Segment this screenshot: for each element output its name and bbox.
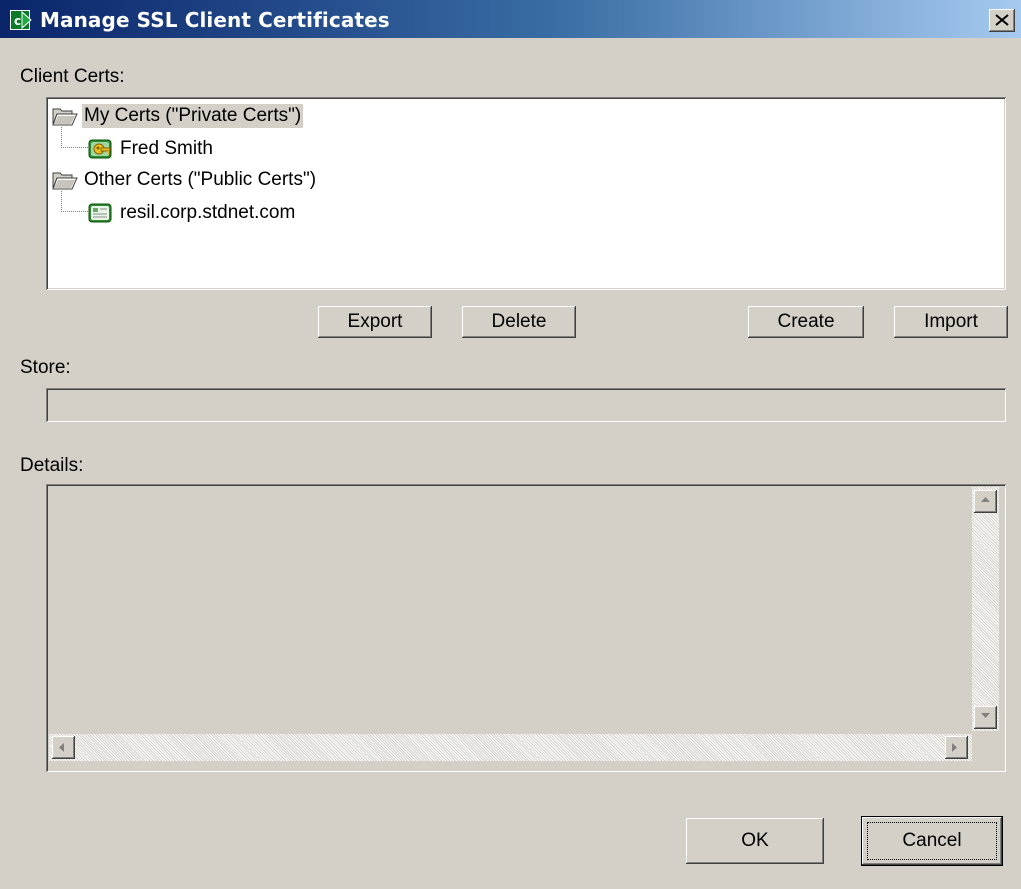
tree-connector: [61, 127, 88, 148]
arrow-left-icon: [59, 743, 64, 752]
client-certs-tree[interactable]: My Certs ("Private Certs") Fred Smith Ot…: [46, 97, 1006, 290]
create-button[interactable]: Create: [748, 306, 864, 338]
store-label: Store:: [20, 357, 71, 378]
tree-node-label: My Certs ("Private Certs"): [82, 104, 304, 128]
vertical-scrollbar[interactable]: [972, 487, 999, 731]
scroll-corner: [972, 734, 999, 761]
client-certs-label: Client Certs:: [20, 66, 125, 87]
details-box[interactable]: [46, 484, 1006, 772]
certificate-icon: [88, 202, 114, 226]
delete-button[interactable]: Delete: [462, 306, 576, 338]
export-button[interactable]: Export: [318, 306, 432, 338]
svg-text:c: c: [14, 14, 21, 28]
close-icon: [995, 14, 1009, 26]
tree-connector: [61, 191, 88, 212]
close-button[interactable]: [989, 9, 1015, 32]
folder-open-icon: [52, 169, 78, 193]
arrow-down-icon: [981, 713, 990, 718]
ok-button[interactable]: OK: [686, 818, 824, 864]
horizontal-scrollbar[interactable]: [49, 734, 972, 761]
tree-node-label: Other Certs ("Public Certs"): [84, 169, 317, 190]
title-bar[interactable]: c Manage SSL Client Certificates: [0, 0, 1021, 38]
tree-node-label: Fred Smith: [120, 138, 213, 159]
scroll-up-button[interactable]: [974, 490, 997, 513]
app-launch-icon: c: [10, 9, 32, 31]
certificate-key-icon: [88, 138, 114, 162]
folder-open-icon: [52, 105, 78, 129]
cancel-button[interactable]: Cancel: [861, 816, 1003, 866]
import-button[interactable]: Import: [894, 306, 1008, 338]
scroll-right-button[interactable]: [945, 736, 968, 759]
store-field[interactable]: [46, 388, 1006, 422]
details-label: Details:: [20, 455, 84, 476]
scroll-down-button[interactable]: [974, 706, 997, 729]
window-title: Manage SSL Client Certificates: [40, 8, 390, 32]
arrow-right-icon: [952, 743, 957, 752]
arrow-up-icon: [981, 497, 990, 502]
tree-node-label: resil.corp.stdnet.com: [120, 202, 296, 223]
scroll-left-button[interactable]: [52, 736, 75, 759]
